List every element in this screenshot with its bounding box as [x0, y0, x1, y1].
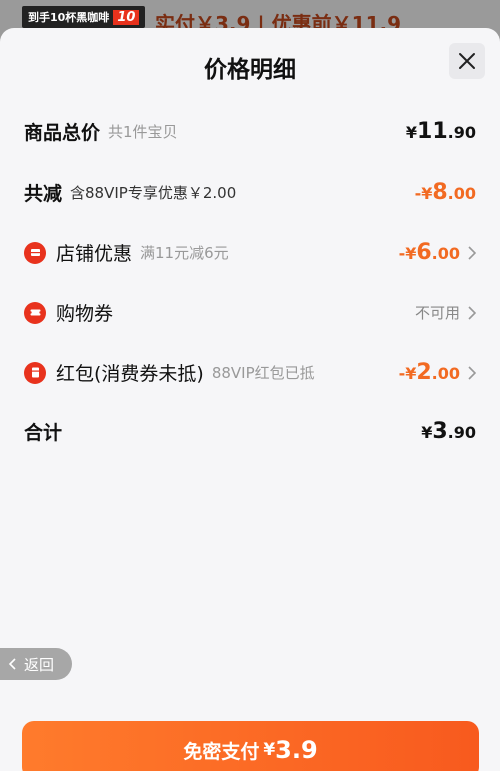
- red-packet-label: 红包(消费券未抵): [56, 363, 204, 385]
- red-packet-icon: [24, 361, 46, 384]
- pay-button[interactable]: 免密支付 ¥ 3.9: [22, 721, 479, 771]
- back-button[interactable]: 返回: [0, 648, 72, 680]
- store-discount-rule: 满11元减6元: [140, 244, 229, 262]
- row-goods-total: 商品总价 共1件宝贝 ¥11.90: [24, 118, 476, 145]
- price-detail-sheet: 价格明细 商品总价 共1件宝贝 ¥11.90 共减 含88VIP专享优惠￥2.0…: [0, 28, 500, 771]
- pay-currency: ¥: [263, 740, 276, 760]
- banner-text: 到手10杯黑咖啡: [28, 11, 110, 24]
- banner-tag: 10: [113, 9, 140, 25]
- sheet-title: 价格明细: [204, 57, 296, 83]
- pay-label: 免密支付: [183, 740, 260, 763]
- goods-total-amount: ¥11.90: [405, 119, 476, 144]
- sum-amount: ¥3.90: [421, 419, 476, 444]
- shopping-coupon-status: 不可用: [414, 304, 460, 322]
- goods-count: 共1件宝贝: [108, 123, 178, 141]
- sum-label: 合计: [24, 422, 63, 444]
- ticket-icon: [24, 301, 46, 324]
- row-shopping-coupon[interactable]: 购物券 不可用: [24, 299, 476, 326]
- back-label: 返回: [24, 655, 55, 674]
- reduction-amount: -¥8.00: [414, 180, 476, 205]
- store-discount-label: 店铺优惠: [56, 243, 133, 265]
- row-total-reduction: 共减 含88VIP专享优惠￥2.00 -¥8.00: [24, 179, 476, 206]
- row-store-discount[interactable]: 店铺优惠 满11元减6元 -¥6.00: [24, 239, 476, 266]
- chevron-right-icon: [468, 305, 476, 320]
- row-red-packet[interactable]: 红包(消费券未抵) 88VIP红包已抵 -¥2.00: [24, 359, 476, 386]
- chevron-left-icon: [8, 658, 16, 670]
- store-coupon-icon: [24, 241, 46, 264]
- row-sum: 合计 ¥3.90: [24, 418, 476, 445]
- chevron-right-icon: [468, 245, 476, 260]
- close-button[interactable]: [449, 43, 485, 79]
- store-discount-amount: -¥6.00: [398, 240, 460, 265]
- pay-amount: 3.9: [275, 736, 318, 764]
- reduction-note: 含88VIP专享优惠￥2.00: [70, 184, 237, 202]
- reduction-label: 共减: [24, 183, 63, 205]
- red-packet-note: 88VIP红包已抵: [211, 364, 315, 382]
- goods-total-label: 商品总价: [24, 122, 101, 144]
- shopping-coupon-label: 购物券: [56, 303, 114, 325]
- close-icon: [459, 53, 475, 69]
- product-banner: 到手10杯黑咖啡 10: [22, 6, 146, 28]
- red-packet-amount: -¥2.00: [398, 360, 460, 385]
- chevron-right-icon: [468, 365, 476, 380]
